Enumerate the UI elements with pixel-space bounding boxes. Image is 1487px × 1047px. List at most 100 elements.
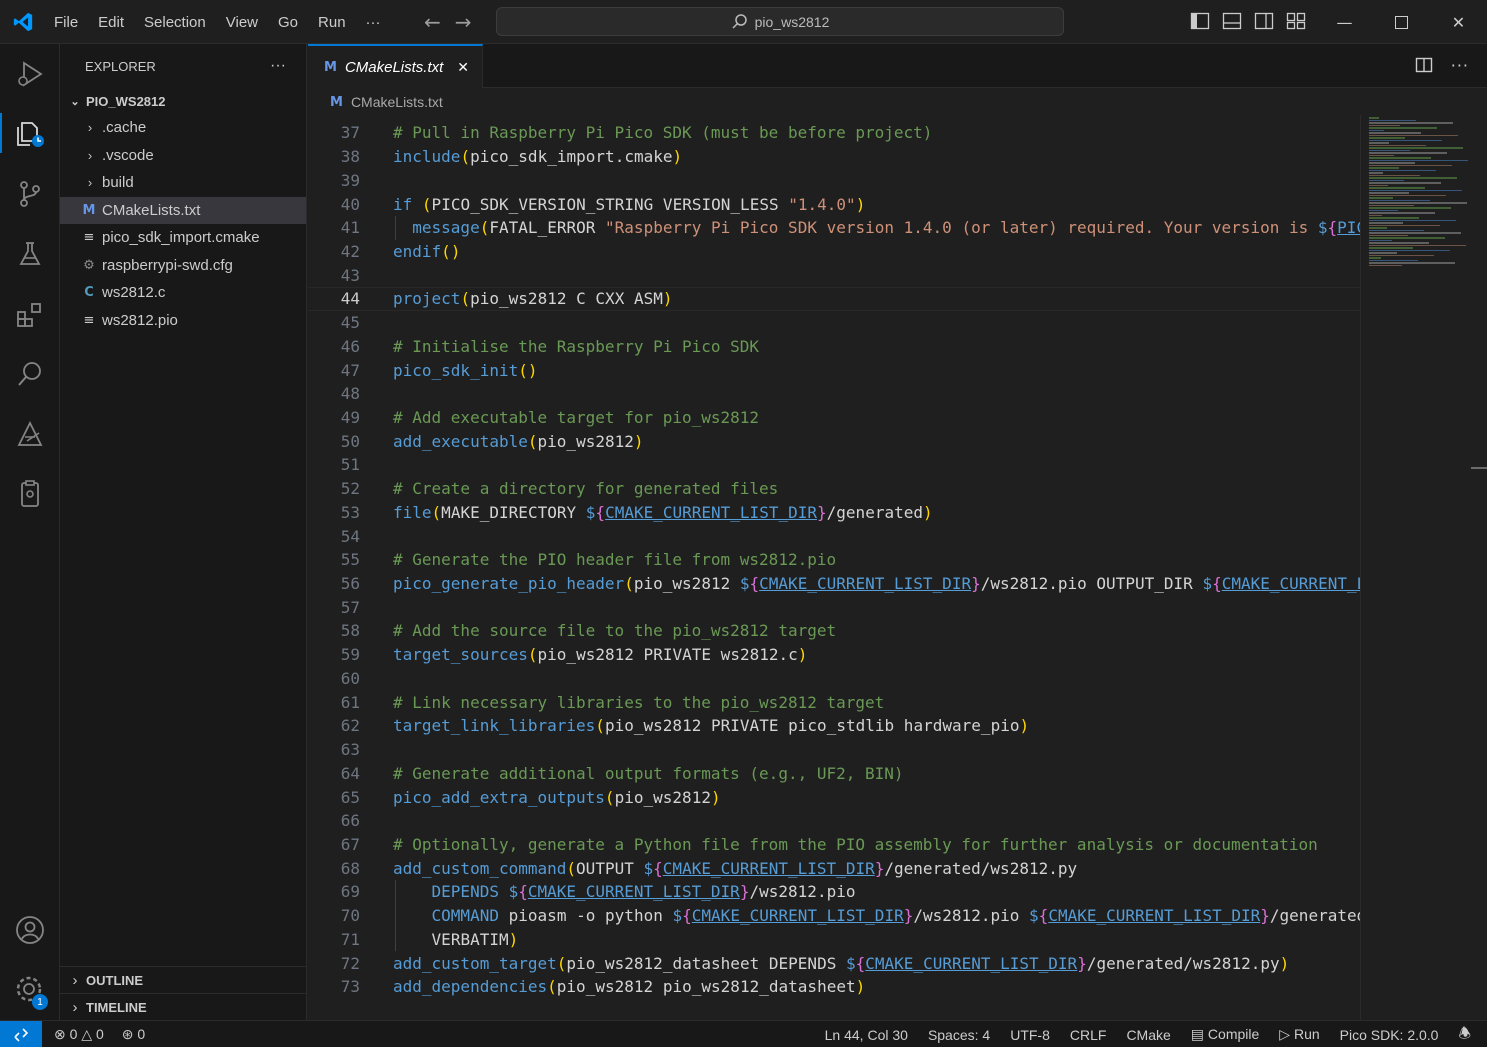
indentation[interactable]: Spaces: 4 <box>928 1027 990 1043</box>
line-number: 44 <box>340 289 360 309</box>
code-line[interactable]: 42 endif() <box>308 240 1360 264</box>
code-line[interactable]: 38 include(pico_sdk_import.cmake) <box>308 145 1360 169</box>
code-line[interactable]: 52 # Create a directory for generated fil… <box>308 477 1360 501</box>
code-line[interactable]: 46 # Initialise the Raspberry Pi Pico SDK <box>308 334 1360 358</box>
run-and-debug-icon[interactable] <box>0 48 60 100</box>
code-line[interactable]: 57 <box>308 595 1360 619</box>
toggle-secondary-sidebar-icon[interactable] <box>1254 12 1274 30</box>
tree-item-ws2812-pio[interactable]: ≡ ws2812.pio <box>60 307 306 335</box>
tree-item-vscode[interactable]: › .vscode <box>60 142 306 170</box>
code-line[interactable]: 63 <box>308 738 1360 762</box>
minimize-icon[interactable]: — <box>1316 0 1373 44</box>
run-button[interactable]: ▷ Run <box>1279 1026 1319 1043</box>
menu-view[interactable]: View <box>216 14 268 31</box>
toggle-primary-sidebar-icon[interactable] <box>1190 12 1210 30</box>
code-line[interactable]: 54 <box>308 524 1360 548</box>
code-line[interactable]: 68 add_custom_command(OUTPUT ${CMAKE_CURR… <box>308 856 1360 880</box>
explorer-icon[interactable] <box>0 107 60 159</box>
menu-selection[interactable]: Selection <box>134 14 216 31</box>
code-line[interactable]: 39 <box>308 168 1360 192</box>
source-control-icon[interactable] <box>0 168 60 220</box>
manage-gear-icon[interactable]: 1 <box>0 964 60 1016</box>
customize-layout-icon[interactable] <box>1286 12 1306 30</box>
menu-edit[interactable]: Edit <box>88 14 134 31</box>
code-line[interactable]: 41 message(FATAL_ERROR "Raspberry Pi Pic… <box>308 216 1360 240</box>
code-line[interactable]: 67 # Optionally, generate a Python file f… <box>308 833 1360 857</box>
more-actions-icon[interactable]: ··· <box>1451 56 1469 78</box>
device-manager-icon[interactable] <box>0 468 60 520</box>
code-line[interactable]: 45 <box>308 311 1360 335</box>
maximize-icon[interactable] <box>1373 0 1430 44</box>
testing-icon[interactable] <box>0 228 60 280</box>
code-line[interactable]: 71 VERBATIM) <box>308 927 1360 951</box>
pico-extension-icon[interactable] <box>0 408 60 460</box>
code-line[interactable]: 73 add_dependencies(pio_ws2812 pio_ws2812… <box>308 975 1360 999</box>
tree-item-pico-sdk-import[interactable]: ≡ pico_sdk_import.cmake <box>60 224 306 252</box>
explorer-more-actions[interactable]: ··· <box>270 57 286 75</box>
code-line[interactable]: 37 # Pull in Raspberry Pi Pico SDK (must … <box>308 121 1360 145</box>
encoding[interactable]: UTF-8 <box>1010 1027 1050 1043</box>
tab-cmakelists[interactable]: M CMakeLists.txt ✕ <box>308 44 483 88</box>
forward-arrow-icon[interactable]: → <box>455 10 472 34</box>
code-line[interactable]: 43 <box>308 263 1360 287</box>
explorer-header: EXPLORER ··· <box>60 44 306 88</box>
notifications-bell-icon[interactable]: 🕭 <box>1458 1023 1471 1047</box>
tree-item-build[interactable]: › build <box>60 169 306 197</box>
code-line[interactable]: 58 # Add the source file to the pio_ws281… <box>308 619 1360 643</box>
minimap-scroll-marker[interactable] <box>1471 467 1487 469</box>
close-icon[interactable]: ✕ <box>1430 0 1487 44</box>
code-line[interactable]: 66 <box>308 809 1360 833</box>
menu-bar: File Edit Selection View Go Run ··· <box>44 0 391 44</box>
code-line[interactable]: 50 add_executable(pio_ws2812) <box>308 429 1360 453</box>
code-editor[interactable]: 37 # Pull in Raspberry Pi Pico SDK (must … <box>308 115 1360 1020</box>
menu-go[interactable]: Go <box>268 14 308 31</box>
breadcrumb-file[interactable]: CMakeLists.txt <box>351 94 443 110</box>
remote-indicator[interactable] <box>0 1021 42 1047</box>
back-arrow-icon[interactable]: ← <box>424 10 441 34</box>
end-of-line[interactable]: CRLF <box>1070 1027 1107 1043</box>
language-mode[interactable]: CMake <box>1126 1027 1170 1043</box>
split-editor-icon[interactable] <box>1415 56 1433 78</box>
code-line[interactable]: 70 COMMAND pioasm -o python ${CMAKE_CURR… <box>308 904 1360 928</box>
code-line[interactable]: 55 # Generate the PIO header file from ws… <box>308 548 1360 572</box>
tree-item-cache[interactable]: › .cache <box>60 114 306 142</box>
code-line[interactable]: 61 # Link necessary libraries to the pio_… <box>308 690 1360 714</box>
code-line[interactable]: 56 pico_generate_pio_header(pio_ws2812 ${… <box>308 572 1360 596</box>
code-line[interactable]: 69 DEPENDS ${CMAKE_CURRENT_LIST_DIR}/ws2… <box>308 880 1360 904</box>
extensions-icon[interactable] <box>0 289 60 341</box>
menu-run[interactable]: Run <box>308 14 356 31</box>
code-line[interactable]: 64 # Generate additional output formats (… <box>308 761 1360 785</box>
code-line[interactable]: 59 target_sources(pio_ws2812 PRIVATE ws28… <box>308 643 1360 667</box>
accounts-icon[interactable] <box>0 904 60 956</box>
cursor-position[interactable]: Ln 44, Col 30 <box>825 1027 908 1043</box>
menu-file[interactable]: File <box>44 14 88 31</box>
compile-button[interactable]: ▤ Compile <box>1191 1026 1259 1043</box>
minimap[interactable] <box>1360 115 1487 1020</box>
search-icon[interactable] <box>0 348 60 400</box>
line-number: 73 <box>340 977 360 997</box>
code-line[interactable]: 60 <box>308 667 1360 691</box>
outline-section[interactable]: › OUTLINE <box>60 966 307 993</box>
tree-item-cmakelists[interactable]: M CMakeLists.txt <box>60 196 306 224</box>
menu-more[interactable]: ··· <box>356 14 391 31</box>
code-line[interactable]: 49 # Add executable target for pio_ws2812 <box>308 406 1360 430</box>
workspace-folder[interactable]: ⌄ PIO_WS2812 <box>60 88 306 114</box>
code-line[interactable]: 44 project(pio_ws2812 C CXX ASM) <box>308 287 1360 311</box>
command-center-search[interactable]: pio_ws2812 <box>496 7 1064 36</box>
code-line[interactable]: 47 pico_sdk_init() <box>308 358 1360 382</box>
code-line[interactable]: 62 target_link_libraries(pio_ws2812 PRIVA… <box>308 714 1360 738</box>
tree-item-ws2812-c[interactable]: C ws2812.c <box>60 279 306 307</box>
code-line[interactable]: 53 file(MAKE_DIRECTORY ${CMAKE_CURRENT_LI… <box>308 501 1360 525</box>
code-line[interactable]: 48 <box>308 382 1360 406</box>
code-line[interactable]: 51 <box>308 453 1360 477</box>
close-tab-icon[interactable]: ✕ <box>457 59 469 76</box>
ports-indicator[interactable]: ⊛ 0 <box>122 1026 145 1043</box>
code-line[interactable]: 65 pico_add_extra_outputs(pio_ws2812) <box>308 785 1360 809</box>
toggle-panel-icon[interactable] <box>1222 12 1242 30</box>
pico-sdk-version[interactable]: Pico SDK: 2.0.0 <box>1340 1027 1439 1043</box>
code-line[interactable]: 40 if (PICO_SDK_VERSION_STRING VERSION_LE… <box>308 192 1360 216</box>
problems-indicator[interactable]: ⊗ 0 △ 0 <box>54 1026 104 1043</box>
timeline-section[interactable]: › TIMELINE <box>60 993 307 1020</box>
code-line[interactable]: 72 add_custom_target(pio_ws2812_datasheet… <box>308 951 1360 975</box>
tree-item-raspberrypi-swd[interactable]: ⚙ raspberrypi-swd.cfg <box>60 252 306 280</box>
